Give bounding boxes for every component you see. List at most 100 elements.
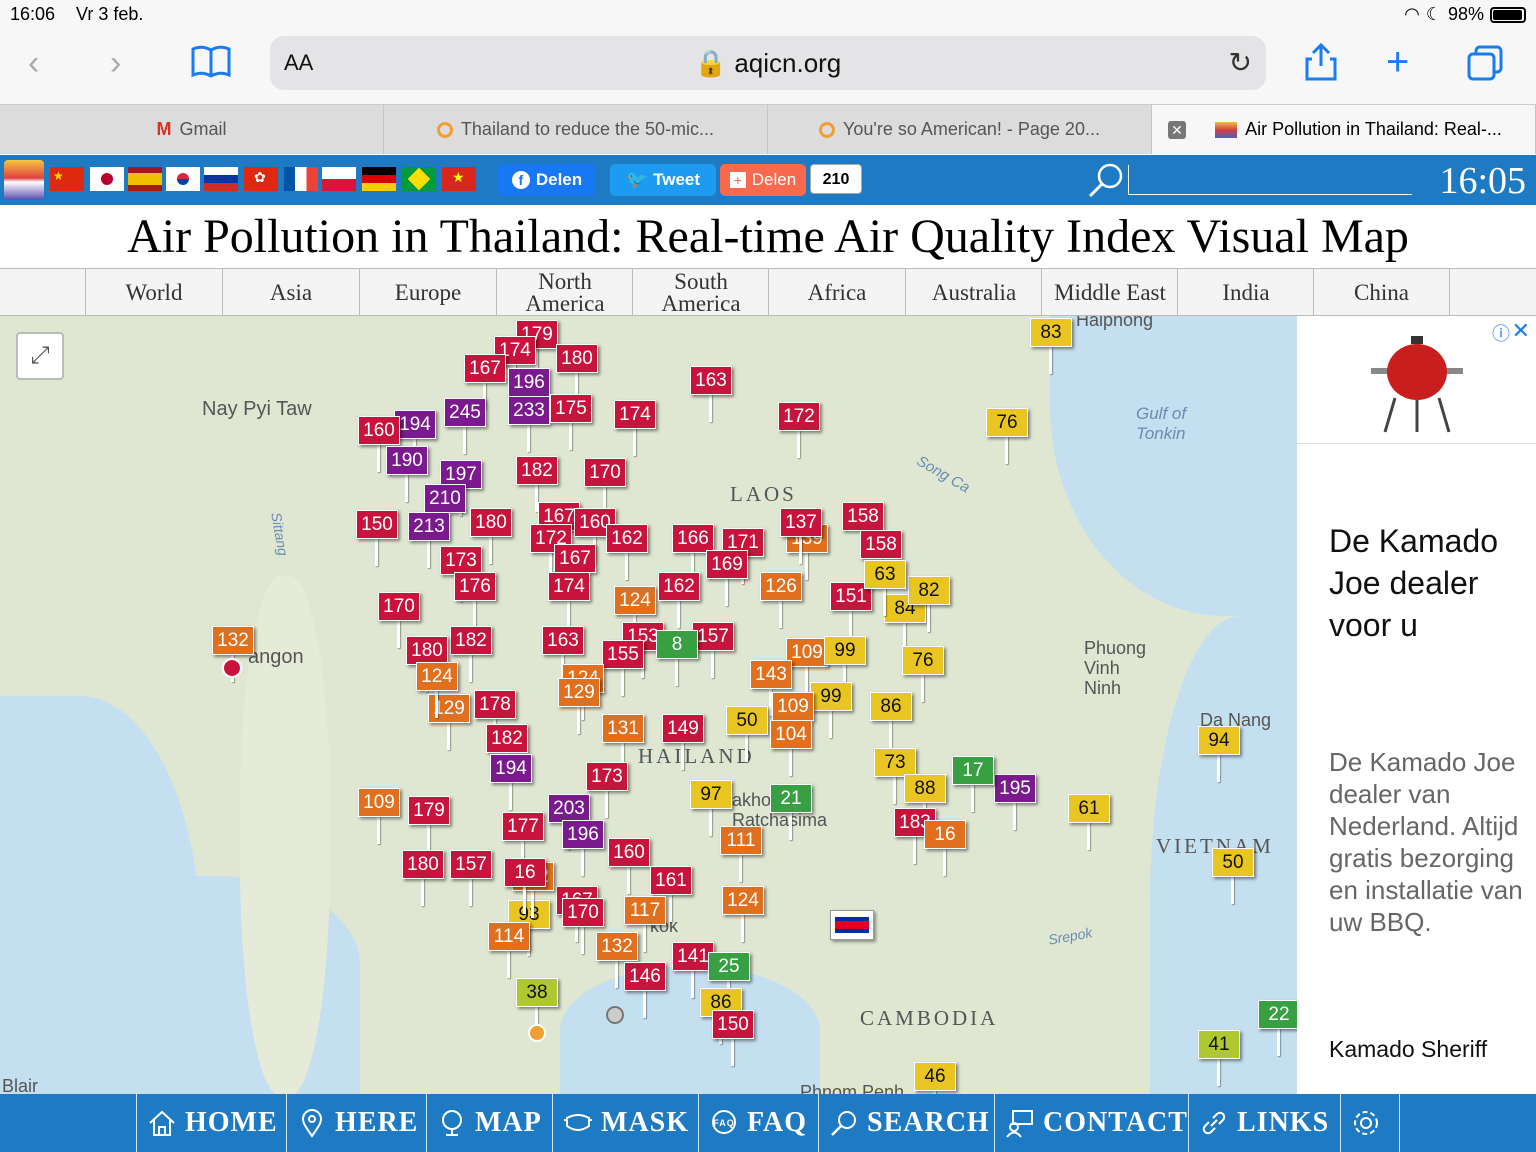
aqi-station-marker[interactable]: 8: [656, 630, 698, 688]
aqi-station-marker[interactable]: 245: [444, 398, 486, 456]
aqi-station-marker[interactable]: 16: [504, 858, 546, 916]
aqi-station-marker[interactable]: 176: [454, 572, 496, 630]
aqi-station-marker[interactable]: 174: [614, 400, 656, 458]
cambodia-flag-marker[interactable]: [830, 910, 874, 940]
aqi-station-marker[interactable]: 126: [760, 572, 802, 630]
aqi-station-marker[interactable]: 41: [1198, 1030, 1240, 1088]
aqi-map[interactable]: ⤢ Nay Pyi Taw angon LAOS HAILAND CAMBODI…: [0, 316, 1297, 1094]
aqi-station-marker[interactable]: 21: [770, 784, 812, 842]
aqi-station-marker[interactable]: 157: [692, 622, 734, 680]
aqi-station-marker[interactable]: 129: [558, 678, 600, 736]
aqi-station-marker[interactable]: 111: [720, 826, 762, 884]
nav-settings[interactable]: [1340, 1094, 1400, 1152]
aqi-station-marker[interactable]: 179: [408, 796, 450, 854]
aqi-station-marker[interactable]: 16: [924, 820, 966, 878]
aqi-station-marker[interactable]: 22: [1258, 1000, 1297, 1058]
ad-close-icon[interactable]: ✕: [1512, 318, 1530, 344]
aqi-station-marker[interactable]: 99: [810, 682, 852, 740]
site-search-input[interactable]: [1128, 165, 1412, 195]
tab-air-pollution[interactable]: ✕ Air Pollution in Thailand: Real-...: [1152, 105, 1536, 154]
aqi-station-marker[interactable]: 180: [402, 850, 444, 908]
aqi-station-marker[interactable]: 155: [602, 640, 644, 698]
search-icon[interactable]: [1086, 161, 1126, 199]
region-world[interactable]: World: [85, 269, 222, 316]
station-dot[interactable]: [528, 1024, 546, 1042]
aqi-station-marker[interactable]: 50: [726, 706, 768, 764]
aqi-station-marker[interactable]: 163: [690, 366, 732, 424]
region-middle-east[interactable]: Middle East: [1041, 269, 1178, 316]
forward-icon[interactable]: ›: [110, 46, 121, 80]
aqi-station-marker[interactable]: 173: [586, 762, 628, 820]
tweet-button[interactable]: 🐦 Tweet: [610, 164, 716, 196]
share-icon[interactable]: [1304, 42, 1338, 82]
region-asia[interactable]: Asia: [222, 269, 359, 316]
flag-china-icon[interactable]: ★: [50, 167, 84, 191]
ad-info-icon[interactable]: ⓘ: [1492, 320, 1510, 346]
flag-russia-icon[interactable]: [204, 167, 238, 191]
region-australia[interactable]: Australia: [905, 269, 1042, 316]
tab-thailand-article[interactable]: Thailand to reduce the 50-mic...: [384, 105, 768, 154]
aqi-station-marker[interactable]: 86: [870, 692, 912, 750]
aqi-station-marker[interactable]: 109: [358, 788, 400, 846]
aqi-station-marker[interactable]: 94: [1198, 726, 1240, 784]
nav-search[interactable]: SEARCH: [818, 1094, 990, 1152]
aqi-station-marker[interactable]: 195: [994, 774, 1036, 832]
aqi-station-marker[interactable]: 170: [562, 898, 604, 956]
aqi-station-marker[interactable]: 61: [1068, 794, 1110, 852]
nav-contact[interactable]: CONTACT: [994, 1094, 1188, 1152]
tabs-overview-icon[interactable]: [1466, 44, 1504, 82]
region-africa[interactable]: Africa: [768, 269, 905, 316]
aqi-station-marker[interactable]: 233: [508, 396, 550, 454]
aqi-station-marker[interactable]: 150: [712, 1010, 754, 1068]
aqi-station-marker[interactable]: 175: [550, 394, 592, 452]
flag-korea-icon[interactable]: [166, 167, 200, 191]
bookmarks-icon[interactable]: [190, 44, 232, 80]
close-tab-icon[interactable]: ✕: [1168, 121, 1186, 139]
aqicn-logo[interactable]: [4, 160, 44, 200]
aqi-station-marker[interactable]: 172: [778, 402, 820, 460]
flag-vietnam-icon[interactable]: ★: [442, 167, 476, 191]
aqi-station-marker[interactable]: 169: [706, 550, 748, 608]
nav-home[interactable]: HOME: [136, 1094, 278, 1152]
aqi-station-marker[interactable]: 149: [662, 714, 704, 772]
back-icon[interactable]: ‹: [28, 46, 39, 80]
flag-spain-icon[interactable]: [128, 167, 162, 191]
addthis-share-button[interactable]: + Delen: [720, 164, 806, 196]
aqi-station-marker[interactable]: 50: [1212, 848, 1254, 906]
aqi-station-marker[interactable]: 76: [986, 408, 1028, 466]
aqi-station-marker[interactable]: 157: [450, 850, 492, 908]
nav-links[interactable]: LINKS: [1188, 1094, 1329, 1152]
nav-mask[interactable]: MASK: [552, 1094, 689, 1152]
aqi-station-marker[interactable]: 137: [780, 508, 822, 566]
facebook-share-button[interactable]: f Delen: [498, 164, 596, 196]
aqi-station-marker[interactable]: 46: [914, 1062, 956, 1094]
tab-forum-page[interactable]: You're so American! - Page 20...: [768, 105, 1152, 154]
aqi-station-marker[interactable]: 124: [722, 886, 764, 944]
flag-germany-icon[interactable]: [362, 167, 396, 191]
aqi-station-marker[interactable]: 190: [386, 446, 428, 504]
flag-japan-icon[interactable]: [90, 167, 124, 191]
aqi-station-marker[interactable]: 63: [864, 560, 906, 618]
region-europe[interactable]: Europe: [359, 269, 496, 316]
aqi-station-marker[interactable]: 196: [562, 820, 604, 878]
flag-brazil-icon[interactable]: [402, 167, 436, 191]
aqi-station-marker[interactable]: 194: [490, 754, 532, 812]
region-south-america[interactable]: South America: [632, 269, 769, 316]
region-india[interactable]: India: [1177, 269, 1314, 316]
aqi-station-marker[interactable]: 82: [908, 576, 950, 634]
new-tab-icon[interactable]: +: [1386, 42, 1409, 82]
region-north-america[interactable]: North America: [496, 269, 633, 316]
aqi-station-marker[interactable]: 162: [606, 524, 648, 582]
address-bar[interactable]: AA 🔒 aqicn.org ↻: [270, 36, 1266, 90]
station-dot[interactable]: [606, 1006, 624, 1024]
nav-faq[interactable]: FAQ FAQ: [698, 1094, 807, 1152]
region-china[interactable]: China: [1313, 269, 1450, 316]
aqi-station-marker[interactable]: 150: [356, 510, 398, 568]
aqi-station-marker[interactable]: 17: [952, 756, 994, 814]
aqi-station-marker[interactable]: 174: [548, 572, 590, 630]
aqi-station-marker[interactable]: 146: [624, 962, 666, 1020]
aqi-station-marker[interactable]: 83: [1030, 318, 1072, 376]
advertisement[interactable]: ⓘ ✕ De Kamado Joe dealer voor u De Kamad…: [1297, 316, 1536, 1094]
fullscreen-toggle[interactable]: ⤢: [16, 332, 64, 380]
flag-poland-icon[interactable]: [322, 167, 356, 191]
